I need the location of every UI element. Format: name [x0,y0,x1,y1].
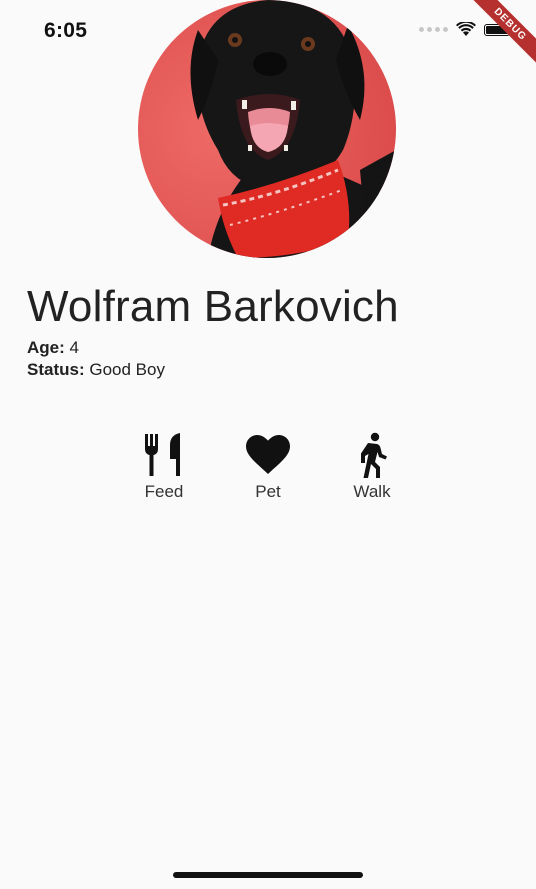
dog-photo [138,0,396,258]
status-label: Status: [27,360,85,379]
dog-name: Wolfram Barkovich [27,282,399,331]
feed-button[interactable]: Feed [139,432,189,502]
walk-icon [361,432,387,478]
age-value: 4 [69,338,79,357]
pet-button[interactable]: Pet [243,432,293,502]
dog-avatar [138,0,396,258]
action-bar: Feed Pet Walk [0,432,536,502]
cellular-signal-icon [419,27,448,32]
walk-label: Walk [353,482,391,501]
heart-icon [246,435,290,474]
age-row: Age: 4 [27,338,79,358]
walk-button[interactable]: Walk [347,432,397,502]
age-label: Age: [27,338,65,357]
status-time: 6:05 [44,19,88,42]
status-value: Good Boy [89,360,165,379]
feed-label: Feed [144,482,184,501]
debug-ribbon-label: DEBUG [461,0,536,73]
restaurant-icon [145,433,180,476]
home-indicator[interactable] [173,872,363,878]
status-row: Status: Good Boy [27,360,165,380]
pet-label: Pet [255,482,281,501]
debug-banner: DEBUG [456,0,536,80]
